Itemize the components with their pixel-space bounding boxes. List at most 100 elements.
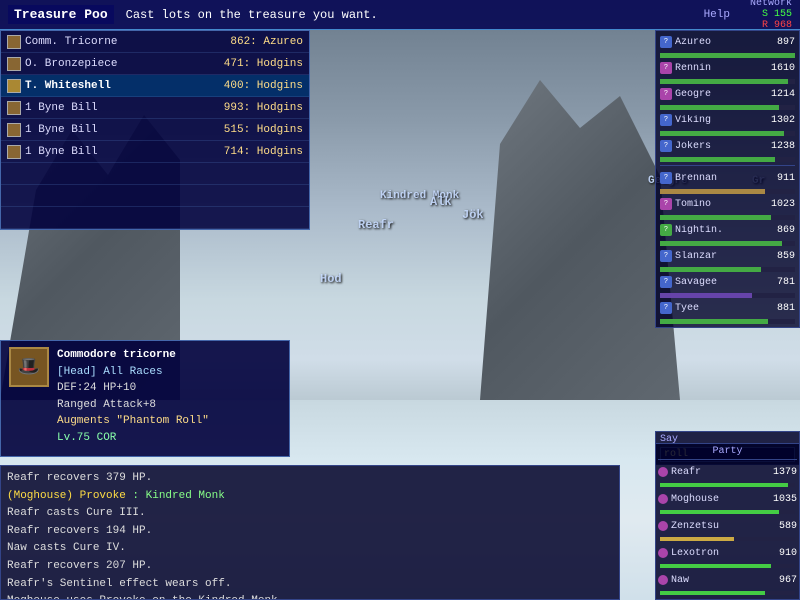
alliance-hp: 869	[760, 225, 795, 236]
loot-row-4[interactable]: 1 Byne Bill515: Hodgins	[1, 119, 309, 141]
loot-empty-2	[1, 207, 309, 229]
alliance-hp-bar-container	[660, 189, 795, 194]
alliance-row-8: ?Slanzar859	[658, 247, 797, 265]
loot-icon	[7, 35, 21, 49]
alliance-name: Rennin	[675, 63, 760, 74]
loot-bid: 471: Hodgins	[183, 58, 303, 70]
alliance-hp-bar-container	[660, 319, 795, 324]
loot-name: Comm. Tricorne	[25, 36, 183, 48]
alliance-hp: 1214	[760, 89, 795, 100]
chat-line-6: Reafr's Sentinel effect wears off.	[7, 576, 613, 594]
alliance-panel: ?Azureo897?Rennin1610?Geogre1214?Viking1…	[655, 30, 800, 328]
alliance-hp-bar	[660, 131, 784, 136]
alliance-hp: 1610	[760, 63, 795, 74]
chat-line-4: Naw casts Cure IV.	[7, 540, 613, 558]
alliance-name: Brennan	[675, 173, 760, 184]
party-icon	[658, 467, 668, 477]
alliance-icon: ?	[660, 140, 672, 152]
alliance-hp-bar	[660, 79, 788, 84]
alliance-row-10: ?Tyee881	[658, 299, 797, 317]
alliance-hp-bar-container	[660, 157, 795, 162]
loot-row-3[interactable]: 1 Byne Bill993: Hodgins	[1, 97, 309, 119]
alliance-icon: ?	[660, 276, 672, 288]
loot-row-5[interactable]: 1 Byne Bill714: Hodgins	[1, 141, 309, 163]
alliance-hp-bar-container	[660, 105, 795, 110]
party-icon	[658, 521, 668, 531]
alliance-separator	[660, 165, 795, 166]
party-panel: Party Reafr1379 Moghouse1035 Zenzetsu589 Le…	[655, 443, 800, 600]
loot-name: O. Bronzepiece	[25, 58, 183, 70]
alliance-name: Slanzar	[675, 251, 760, 262]
loot-panel: Comm. Tricorne862: AzureoO. Bronzepiece4…	[0, 30, 310, 230]
chat-panel: Reafr recovers 379 HP.(Moghouse) Provoke…	[0, 465, 620, 600]
alliance-name: Tomino	[675, 199, 760, 210]
alliance-hp: 781	[760, 277, 795, 288]
alliance-row-5: ?Brennan911	[658, 169, 797, 187]
party-hp-bar-container	[660, 483, 795, 487]
alliance-row-3: ?Viking1302	[658, 111, 797, 129]
alliance-icon: ?	[660, 36, 672, 48]
alliance-row-9: ?Savagee781	[658, 273, 797, 291]
item-stat-2: Augments "Phantom Roll"	[57, 413, 209, 430]
loot-bid: 862: Azureo	[183, 36, 303, 48]
party-row-3: Lexotron910	[658, 543, 797, 563]
alliance-hp-bar	[660, 105, 779, 110]
loot-row-1[interactable]: O. Bronzepiece471: Hodgins	[1, 53, 309, 75]
alliance-hp-bar	[660, 319, 768, 324]
chat-line-3: Reafr recovers 194 HP.	[7, 523, 613, 541]
loot-name: 1 Byne Bill	[25, 102, 183, 114]
alliance-hp-bar-container	[660, 293, 795, 298]
treasure-poo-title: Treasure Poo	[8, 5, 114, 24]
loot-bid: 714: Hodgins	[183, 146, 303, 158]
alliance-icon: ?	[660, 250, 672, 262]
party-hp-bar	[660, 510, 779, 514]
item-stat-3: Lv.75 COR	[57, 430, 209, 447]
alliance-hp-bar	[660, 157, 775, 162]
alliance-hp-bar-container	[660, 241, 795, 246]
top-bar-message: Cast lots on the treasure you want.	[126, 8, 704, 22]
party-hp-value: 1379	[759, 467, 797, 478]
loot-bid: 515: Hodgins	[183, 124, 303, 136]
party-row-2: Zenzetsu589	[658, 516, 797, 536]
top-bar: Treasure Poo Cast lots on the treasure y…	[0, 0, 800, 30]
party-row-0: Reafr1379	[658, 462, 797, 482]
party-hp-bar	[660, 537, 734, 541]
npc-tag-jok: Jök	[462, 208, 484, 222]
loot-empty-1	[1, 185, 309, 207]
loot-icon	[7, 145, 21, 159]
alliance-icon: ?	[660, 114, 672, 126]
network-box: Network S 155 R 968	[750, 0, 792, 31]
alliance-name: Savagee	[675, 277, 760, 288]
loot-name: 1 Byne Bill	[25, 146, 183, 158]
loot-row-0[interactable]: Comm. Tricorne862: Azureo	[1, 31, 309, 53]
party-icon	[658, 494, 668, 504]
chat-line-2: Reafr casts Cure III.	[7, 505, 613, 523]
party-row-1: Moghouse1035	[658, 489, 797, 509]
loot-row-2[interactable]: T. Whiteshell400: Hodgins	[1, 75, 309, 97]
alliance-name: Geogre	[675, 89, 760, 100]
item-stat-0: DEF:24 HP+10	[57, 380, 209, 397]
loot-bid: 400: Hodgins	[183, 80, 303, 92]
chat-line-7: Moghouse uses Provoke on the Kindred Mon…	[7, 593, 613, 600]
alliance-name: Tyee	[675, 303, 760, 314]
alliance-hp-bar-container	[660, 53, 795, 58]
party-row-4: Naw967	[658, 570, 797, 590]
alliance-name: Viking	[675, 115, 760, 126]
alliance-hp-bar	[660, 241, 782, 246]
item-tooltip: 🎩 Commodore tricorne [Head] All Races DE…	[0, 340, 290, 457]
item-icon-large: 🎩	[9, 347, 49, 387]
chat-prefix: (Moghouse) Provoke	[7, 490, 132, 502]
loot-icon	[7, 57, 21, 71]
alliance-hp: 881	[760, 303, 795, 314]
loot-name: T. Whiteshell	[25, 80, 183, 92]
alliance-hp-bar-container	[660, 131, 795, 136]
alliance-hp-bar-container	[660, 267, 795, 272]
alliance-icon: ?	[660, 88, 672, 100]
party-label: Party	[658, 446, 797, 460]
alliance-hp: 1023	[760, 199, 795, 210]
network-s: S 155	[762, 9, 792, 20]
chat-target: : Kindred Monk	[132, 490, 224, 502]
alliance-icon: ?	[660, 62, 672, 74]
loot-name: 1 Byne Bill	[25, 124, 183, 136]
chat-line-1: (Moghouse) Provoke : Kindred Monk	[7, 488, 613, 506]
